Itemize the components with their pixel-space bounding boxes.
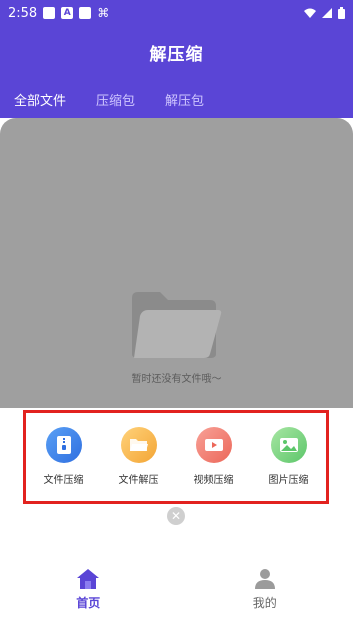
file-compress-button[interactable]: 文件压缩 [34,427,94,486]
app-header: 解压缩 全部文件 压缩包 解压包 [0,26,353,118]
nav-home[interactable]: 首页 [0,560,177,630]
file-compress-label: 文件压缩 [43,475,84,486]
image-compress-button[interactable]: 图片压缩 [259,427,319,486]
battery-icon [338,7,345,19]
notification-square-icon [79,7,92,19]
image-compress-label: 图片压缩 [268,475,309,486]
bottom-nav: 首页 我的 [0,560,353,630]
status-right [304,7,345,19]
video-compress-label: 视频压缩 [193,475,234,486]
tab-compressed[interactable]: 压缩包 [96,90,135,109]
nav-mine-label: 我的 [252,596,277,610]
image-icon [270,427,307,463]
folder-open-icon [120,427,157,463]
status-time: 2:58 [8,5,38,21]
nav-mine[interactable]: 我的 [177,560,353,630]
home-icon [77,569,100,589]
tab-bar: 全部文件 压缩包 解压包 [14,90,204,109]
zip-file-icon [45,427,82,463]
notification-a-icon: A [61,7,74,19]
video-compress-button[interactable]: 视频压缩 [184,427,244,486]
tab-all-files[interactable]: 全部文件 [14,90,66,109]
close-icon[interactable]: ✕ [167,507,185,525]
notification-icon [43,7,56,19]
action-highlight-box: 文件压缩 文件解压 视频压缩 图片压缩 [23,410,329,504]
notification-bug-icon: ⌘ [97,6,110,20]
file-extract-label: 文件解压 [118,475,159,486]
status-bar: 2:58 A ⌘ [0,0,353,26]
video-play-icon [195,427,232,463]
status-left: 2:58 A ⌘ [8,6,109,21]
file-list-area: 暂时还没有文件哦～ [0,118,353,408]
file-extract-button[interactable]: 文件解压 [109,427,169,486]
tab-extracted[interactable]: 解压包 [165,90,204,109]
nav-home-label: 首页 [76,596,101,610]
signal-icon [322,8,332,18]
empty-folder-icon [132,292,222,358]
wifi-icon [304,8,316,18]
page-title: 解压缩 [149,45,204,65]
person-icon [254,569,275,589]
empty-state-text: 暂时还没有文件哦～ [131,374,222,385]
